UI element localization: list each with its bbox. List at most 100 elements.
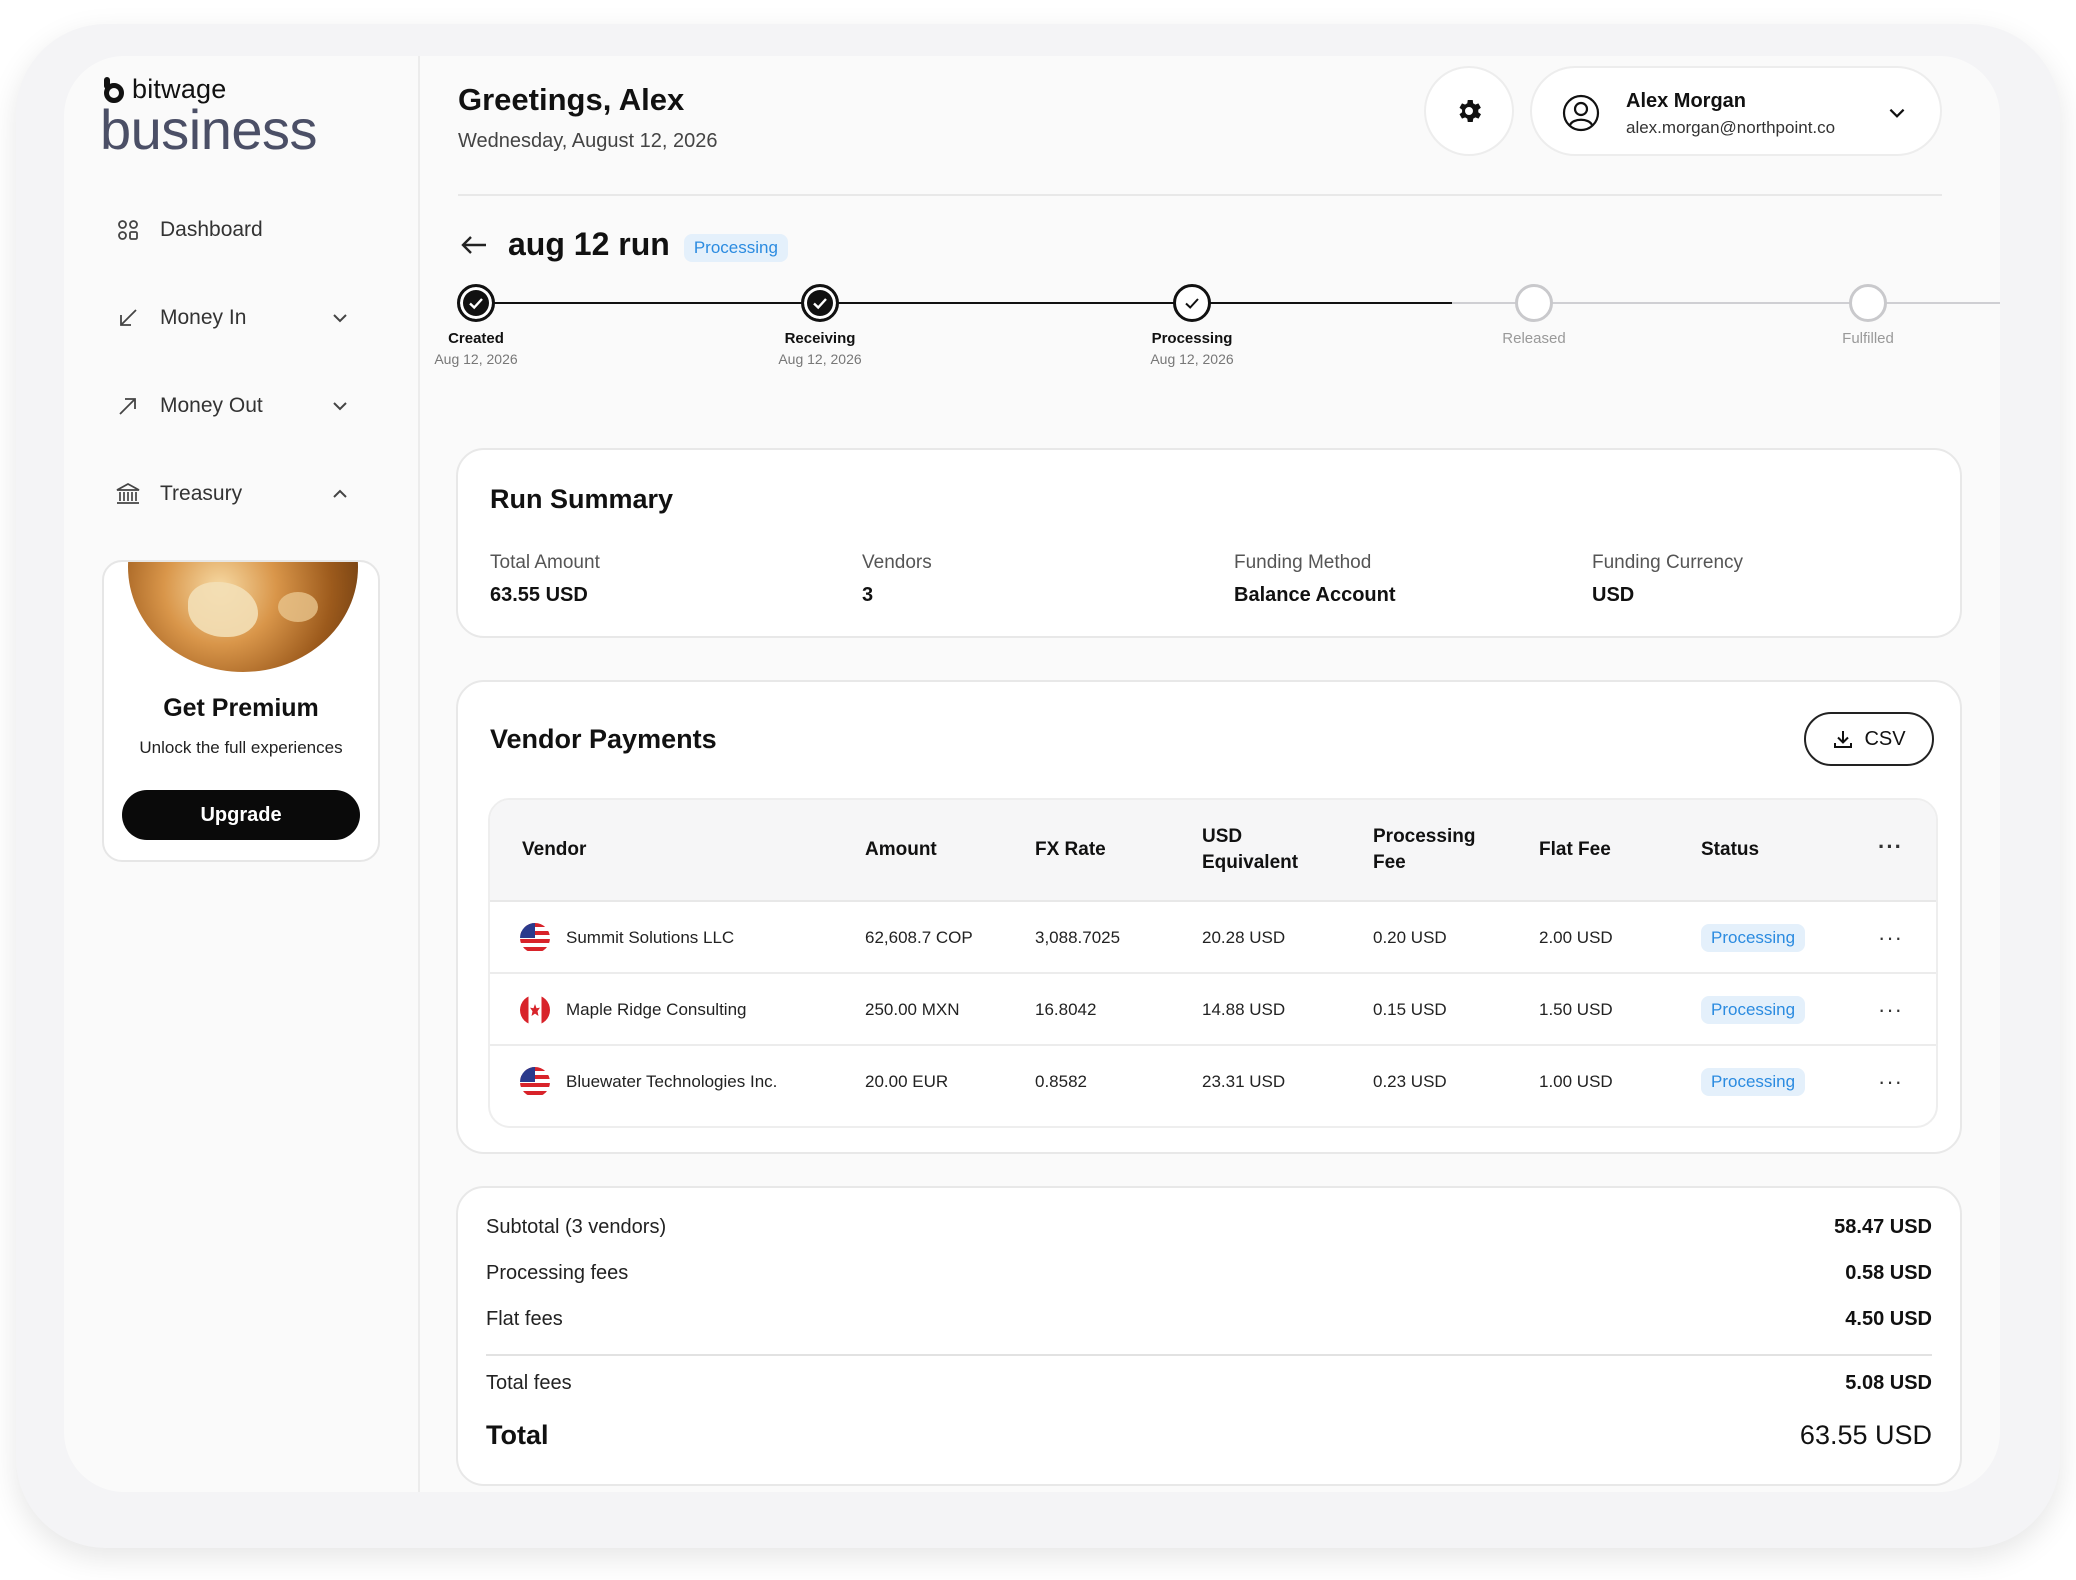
step-created: Created Aug 12, 2026 [396,274,556,367]
bank-icon [114,480,142,508]
table-row[interactable]: Bluewater Technologies Inc. 20.00 EUR 0.… [490,1046,1936,1118]
status-cell: Processing [1701,1046,1806,1118]
field-value: USD [1592,584,1635,606]
arrow-down-left-icon [114,304,142,332]
vendor-name: Summit Solutions LLC [566,928,735,947]
flat-fee-cell: 2.00 USD [1539,928,1613,947]
flat-fee-cell: 1.00 USD [1539,1072,1613,1091]
status-cell: Processing [1701,974,1806,1046]
summary-funding-method: Funding Method Balance Account [1234,552,1396,607]
step-released: Released [1454,274,1614,347]
col-processing-fee[interactable]: Processing Fee [1373,824,1475,876]
card-title: Vendor Payments [490,724,717,754]
status-badge: Processing [1701,1068,1806,1096]
card-title: Run Summary [490,484,674,514]
run-header: aug 12 run Processing [458,226,788,263]
step-label: Fulfilled [1842,330,1894,347]
csv-download-button[interactable]: CSV [1804,712,1934,766]
step-label: Released [1502,330,1566,347]
vendor-name: Maple Ridge Consulting [566,1000,747,1019]
check-circle-icon [801,284,839,322]
dashboard-icon [114,216,142,244]
upgrade-button[interactable]: Upgrade [122,790,360,840]
totals-divider [486,1354,1932,1356]
chevron-down-icon[interactable] [1886,102,1908,124]
back-arrow-icon[interactable] [458,229,490,261]
status-badge: Processing [683,233,788,262]
sidebar-item-treasury[interactable]: Treasury [100,450,360,538]
col-label-line: Fee [1373,852,1406,873]
chevron-up-icon[interactable] [330,484,350,504]
usd-cell: 14.88 USD [1202,1000,1286,1019]
table-header: Vendor Amount FX Rate USD Equivalent Pro… [490,800,1936,902]
vendor-cell: Summit Solutions LLC [520,902,734,974]
processing-fees-label: Processing fees [486,1262,629,1284]
step-label: Receiving [784,330,856,347]
step-label: Created [448,330,504,347]
sidebar-nav: Dashboard Money In Money Out Treasury [100,186,360,538]
us-flag-icon [520,1067,550,1097]
row-menu-icon[interactable]: ··· [1878,1046,1903,1118]
flat-fees-row: Flat fees 4.50 USD [486,1308,1932,1331]
step-date: Aug 12, 2026 [1150,351,1234,367]
amount-cell: 62,608.7 COP [865,928,973,947]
proc-fee-cell: 0.15 USD [1373,1000,1447,1019]
col-status[interactable]: Status [1701,837,1759,863]
step-label: Processing [1151,330,1233,347]
chevron-down-icon[interactable] [330,308,350,328]
grand-total-value: 63.55 USD [1799,1420,1932,1450]
summary-vendors: Vendors 3 [862,552,932,607]
sidebar: bitwage business Dashboard Money In Mone… [64,56,420,1492]
processing-fees-value: 0.58 USD [1845,1262,1932,1284]
summary-total-amount: Total Amount 63.55 USD [490,552,600,607]
gear-icon [1459,100,1481,122]
field-value: 3 [862,584,874,606]
row-menu-icon[interactable]: ··· [1878,902,1903,974]
us-flag-icon [520,923,550,953]
step-processing: Processing Aug 12, 2026 [1112,274,1272,367]
col-flat-fee[interactable]: Flat Fee [1539,837,1611,863]
run-title: aug 12 run [508,226,670,262]
field-label: Vendors [862,552,932,573]
fx-cell: 16.8042 [1035,1000,1097,1019]
col-label-line: Processing [1373,826,1476,847]
step-date: Aug 12, 2026 [778,351,862,367]
user-menu[interactable]: Alex Morgan alex.morgan@northpoint.co [1530,66,1942,156]
progress-stepper: Created Aug 12, 2026 Receiving Aug 12, 2… [420,274,2000,374]
fx-cell: 3,088.7025 [1035,928,1121,947]
amount-cell: 250.00 MXN [865,1000,960,1019]
fx-cell: 0.8582 [1035,1072,1087,1091]
usd-cell: 20.28 USD [1202,928,1286,947]
sidebar-item-dashboard[interactable]: Dashboard [100,186,360,274]
current-date: Wednesday, August 12, 2026 [458,130,718,152]
table-row[interactable]: Maple Ridge Consulting 250.00 MXN 16.804… [490,974,1936,1046]
sidebar-item-money-in[interactable]: Money In [100,274,360,362]
status-badge: Processing [1701,996,1806,1024]
app-window: bitwage business Dashboard Money In Mone… [64,56,2000,1492]
row-menu-icon[interactable]: ··· [1878,974,1903,1046]
field-label: Funding Currency [1592,552,1744,573]
col-label-line: Equivalent [1202,852,1299,873]
run-summary-card: Run Summary Total Amount 63.55 USD Vendo… [456,448,1962,638]
col-amount[interactable]: Amount [865,837,937,863]
col-vendor[interactable]: Vendor [522,837,586,863]
settings-button[interactable] [1424,66,1514,156]
col-usd-equivalent[interactable]: USD Equivalent [1202,824,1298,876]
status-badge: Processing [1701,924,1806,952]
table-row[interactable]: Summit Solutions LLC 62,608.7 COP 3,088.… [490,902,1936,974]
check-icon [1173,284,1211,322]
premium-title: Get Premium [163,694,319,722]
total-fees-row: Total fees 5.08 USD [486,1372,1932,1395]
subtotal-value: 58.47 USD [1834,1216,1932,1238]
field-label: Total Amount [490,552,600,573]
premium-subtitle: Unlock the full experiences [139,738,343,757]
sidebar-item-label: Treasury [160,482,243,505]
more-options-icon[interactable]: ··· [1878,834,1903,860]
sidebar-item-money-out[interactable]: Money Out [100,362,360,450]
brand-product: business [100,98,318,161]
check-circle-icon [457,284,495,322]
col-fx-rate[interactable]: FX Rate [1035,837,1106,863]
total-fees-value: 5.08 USD [1845,1372,1932,1394]
chevron-down-icon[interactable] [330,396,350,416]
csv-label: CSV [1864,727,1906,750]
